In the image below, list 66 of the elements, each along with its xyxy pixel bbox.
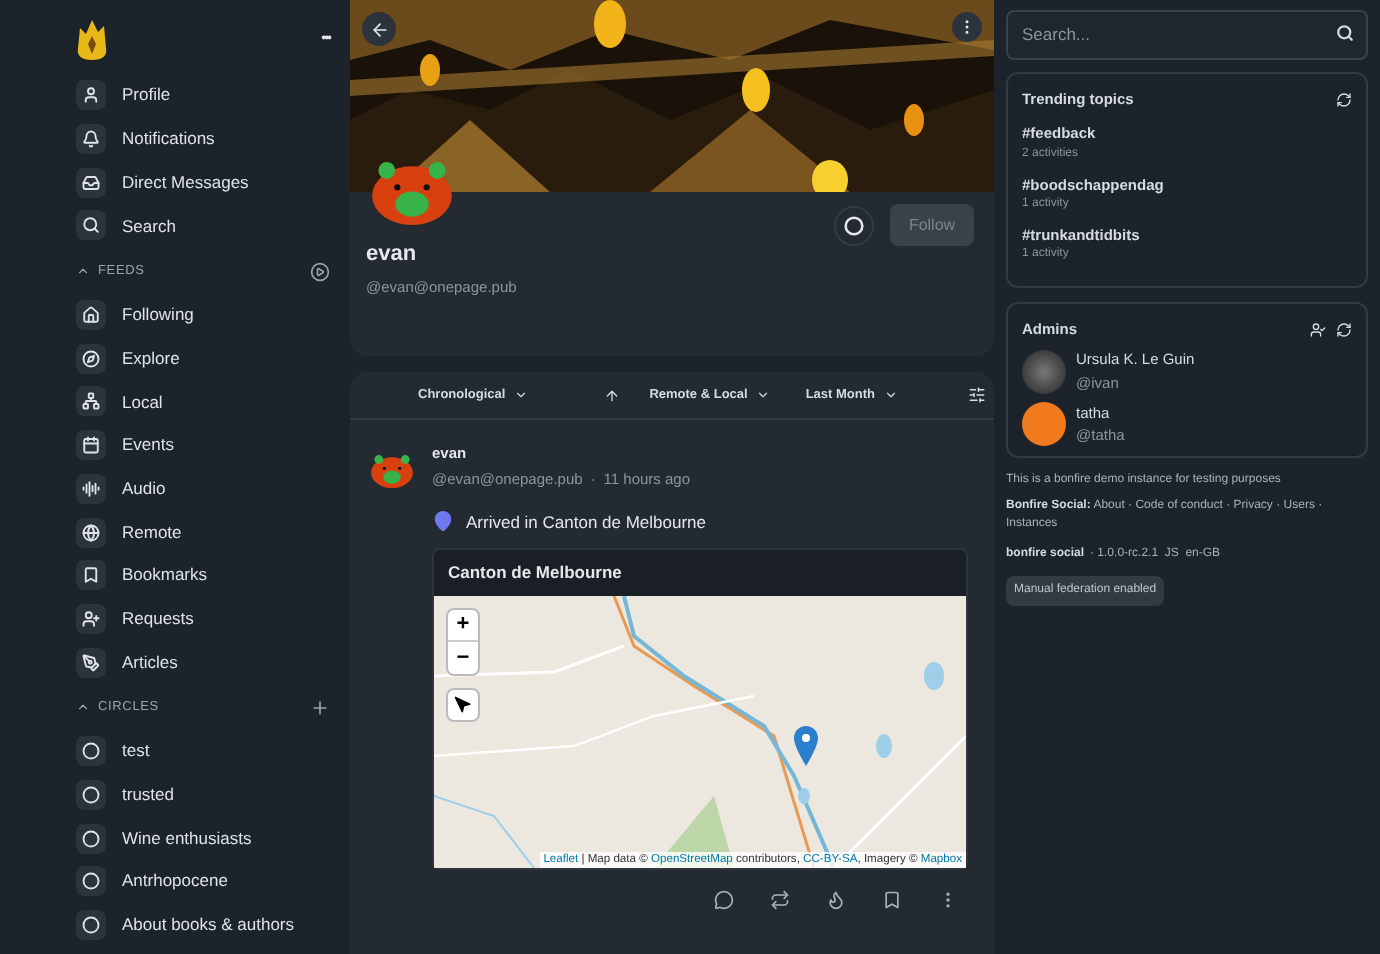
refresh-icon[interactable] [1336,91,1352,108]
network-icon [76,386,106,417]
nav-item[interactable]: Local [76,380,330,424]
map-title: Canton de Melbourne [446,560,624,587]
reply-icon[interactable] [714,890,734,911]
nav-item[interactable]: Direct Messages [76,160,330,205]
chevron-icon [513,388,528,402]
nav-item[interactable]: Requests [76,597,330,641]
nav-item[interactable]: Events [76,423,330,467]
sort-icon[interactable] [603,387,620,403]
chevron-icon [883,388,897,402]
chevron-icon [76,264,90,279]
chevron-icon [755,388,770,402]
nav-item[interactable]: Audio [76,467,330,511]
zoom-in-button[interactable]: + [448,610,478,643]
bookmark-icon [76,560,106,591]
globe-icon [76,517,106,548]
refresh-icon[interactable] [1336,321,1352,338]
search-field[interactable]: Search... [1006,9,1368,59]
nav-item[interactable]: Bookmarks [76,553,330,598]
nav-item[interactable]: test [76,729,330,774]
nav-item[interactable]: Remote [76,510,330,554]
navigation-arrow-icon [454,696,472,715]
boost-icon[interactable] [770,890,790,911]
audio-wave-icon [76,473,106,504]
inbox-icon [76,167,106,198]
locate-button[interactable] [446,688,480,723]
avatar [370,160,454,228]
nav-item[interactable]: About books & authors [76,903,330,947]
play-icon[interactable] [310,261,330,282]
profile-name: evan [364,240,419,270]
user-icon [76,80,106,111]
nav-item[interactable]: Articles [76,640,330,684]
circle-icon [844,215,864,235]
search-icon [76,210,106,241]
add-icon[interactable] [310,697,330,718]
chevron-icon [76,700,90,715]
back-icon [369,19,389,39]
nav-item[interactable]: Profile [76,74,330,118]
map-marker-icon[interactable] [794,726,818,767]
flame-icon[interactable] [826,890,846,911]
status-button[interactable] [834,205,874,245]
home-icon [76,300,106,331]
user-icon[interactable] [1310,321,1326,338]
bookmark-icon[interactable] [882,890,902,911]
avatar [1022,402,1066,446]
compass-icon [76,343,106,374]
nav-item[interactable]: trusted [76,773,330,817]
user-plus-icon [76,603,106,634]
location-text: Arrived in Canton de Melbourne [466,509,707,535]
avatar [1022,349,1066,393]
search-icon[interactable] [1336,24,1354,42]
zoom-out-button[interactable]: − [448,642,478,675]
settings-icon[interactable] [968,386,986,404]
nav-item[interactable]: Search [76,204,330,248]
nav-item[interactable]: Notifications [76,117,330,161]
nav-item[interactable]: Wine enthusiasts [76,816,330,860]
avatar [370,454,414,490]
calendar-icon [76,430,106,461]
bell-icon [76,124,106,155]
pen-icon [76,647,106,678]
logo-icon[interactable] [76,20,108,60]
nav-item[interactable]: Antrhopocene [76,860,330,904]
nav-item[interactable]: Following [76,293,330,337]
nav-item[interactable]: Explore [76,336,330,381]
location-pin-icon [432,510,454,533]
